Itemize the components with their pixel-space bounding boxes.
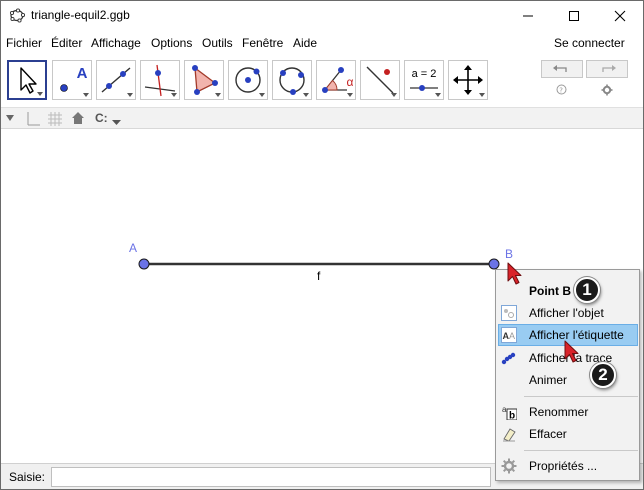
line-tool-button[interactable]	[96, 60, 136, 100]
menu-item-delete[interactable]: Effacer	[498, 423, 638, 445]
eraser-icon	[501, 426, 517, 442]
move-tool-button[interactable]	[7, 60, 47, 100]
callout-badge-1: 1	[574, 277, 600, 303]
undo-icon	[553, 65, 567, 72]
polygon-tool-button[interactable]	[184, 60, 224, 100]
slider-tool-text: a = 2	[411, 68, 437, 80]
point-capture-dropdown-icon[interactable]	[112, 115, 121, 129]
menu-bar: Fichier Éditer Affichage Options Outils …	[1, 33, 643, 53]
style-bar-toggle-icon[interactable]	[5, 112, 15, 126]
axes-toggle-icon[interactable]	[25, 111, 41, 130]
context-menu: Point B Afficher l'objet AA Afficher l'é…	[495, 269, 640, 481]
close-button[interactable]	[597, 1, 643, 30]
geogebra-window: triangle-equil2.ggb Fichier Éditer Affic…	[0, 0, 644, 490]
window-title: triangle-equil2.ggb	[31, 8, 130, 22]
tool-menu-arrow-icon	[479, 93, 485, 97]
menu-fichier[interactable]: Fichier	[6, 36, 42, 50]
menu-separator	[524, 396, 638, 397]
properties-gear-icon	[501, 458, 517, 474]
circle-center-tool-button[interactable]	[228, 60, 268, 100]
menu-fenetre[interactable]: Fenêtre	[242, 36, 283, 50]
input-field[interactable]	[51, 467, 491, 487]
minimize-icon	[523, 15, 533, 16]
segment-f-label: f	[317, 269, 321, 283]
point-b[interactable]	[488, 258, 500, 270]
rename-icon: ab	[501, 404, 518, 422]
title-bar[interactable]: triangle-equil2.ggb	[1, 1, 643, 30]
angle-tool-button[interactable]: α	[316, 60, 356, 100]
show-object-icon	[501, 305, 517, 321]
svg-text:A: A	[509, 331, 515, 341]
redo-icon	[602, 65, 616, 72]
tool-bar: A α a = 2 ?	[1, 55, 643, 105]
trace-icon	[501, 350, 517, 366]
menu-outils[interactable]: Outils	[202, 36, 233, 50]
point-tool-button[interactable]: A	[52, 60, 92, 100]
minimize-button[interactable]	[505, 1, 551, 30]
mouse-cursor-icon	[507, 262, 522, 285]
tool-menu-arrow-icon	[171, 93, 177, 97]
settings-gear-icon[interactable]	[601, 84, 613, 99]
tool-menu-arrow-icon	[37, 92, 43, 96]
close-icon	[614, 10, 626, 21]
maximize-icon	[569, 10, 579, 21]
sign-in-link[interactable]: Se connecter	[554, 36, 625, 50]
menu-item-show-object[interactable]: Afficher l'objet	[498, 302, 638, 324]
svg-text:a: a	[502, 405, 507, 414]
help-icon[interactable]: ?	[556, 84, 567, 98]
move-view-tool-button[interactable]	[448, 60, 488, 100]
home-view-icon[interactable]	[71, 111, 85, 128]
tool-menu-arrow-icon	[435, 93, 441, 97]
perpendicular-tool-button[interactable]	[140, 60, 180, 100]
tool-menu-arrow-icon	[259, 93, 265, 97]
point-b-label: B	[505, 247, 513, 261]
menu-editer[interactable]: Éditer	[51, 36, 82, 50]
maximize-button[interactable]	[551, 1, 597, 30]
point-a-label: A	[129, 241, 137, 255]
grid-toggle-icon[interactable]	[47, 111, 63, 130]
tool-menu-arrow-icon	[127, 93, 133, 97]
svg-text:?: ?	[559, 87, 563, 95]
tool-menu-arrow-icon	[347, 93, 353, 97]
context-menu-title: Point B	[529, 284, 571, 298]
redo-button[interactable]	[586, 60, 628, 78]
menu-options[interactable]: Options	[151, 36, 192, 50]
style-bar: C:	[1, 107, 643, 129]
mouse-cursor-icon	[564, 340, 579, 363]
menu-item-label: Propriétés ...	[529, 459, 598, 473]
menu-item-properties[interactable]: Propriétés ...	[498, 455, 638, 477]
tool-menu-arrow-icon	[391, 93, 397, 97]
menu-item-label: Animer	[529, 373, 568, 387]
tool-menu-arrow-icon	[83, 93, 89, 97]
slider-tool-button[interactable]: a = 2	[404, 60, 444, 100]
point-capture-label[interactable]: C:	[95, 111, 108, 125]
input-label: Saisie:	[9, 470, 46, 484]
tool-menu-arrow-icon	[215, 93, 221, 97]
menu-item-rename[interactable]: ab Renommer	[498, 401, 638, 423]
undo-button[interactable]	[541, 60, 583, 78]
show-label-icon: AA	[501, 327, 517, 343]
menu-item-label: Effacer	[529, 427, 567, 441]
svg-text:b: b	[509, 411, 515, 421]
menu-separator	[524, 450, 638, 451]
geogebra-app-icon	[9, 7, 26, 23]
menu-item-animate[interactable]: Animer	[498, 369, 638, 391]
point-a[interactable]	[138, 258, 150, 270]
reflect-tool-button[interactable]	[360, 60, 400, 100]
menu-affichage[interactable]: Affichage	[91, 36, 141, 50]
callout-badge-2: 2	[590, 362, 616, 388]
circle-three-points-tool-button[interactable]	[272, 60, 312, 100]
tool-menu-arrow-icon	[303, 93, 309, 97]
menu-aide[interactable]: Aide	[293, 36, 317, 50]
menu-item-label: Afficher l'objet	[529, 306, 604, 320]
menu-item-label: Renommer	[529, 405, 589, 419]
